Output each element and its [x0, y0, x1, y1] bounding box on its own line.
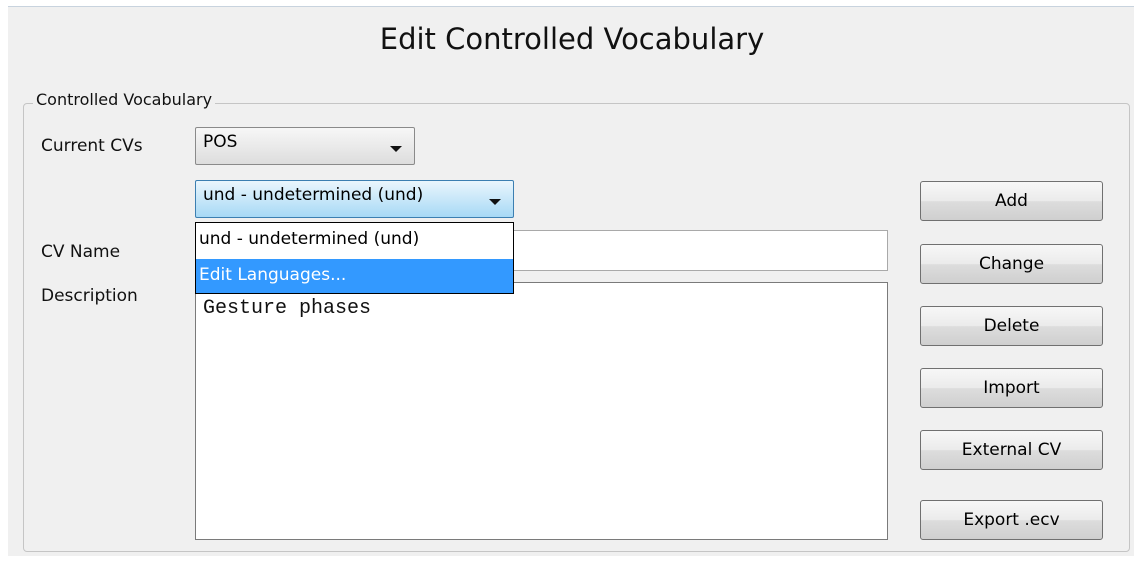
language-option-und[interactable]: und - undetermined (und)	[196, 223, 513, 257]
current-cvs-value: POS	[203, 132, 238, 152]
current-cvs-label: Current CVs	[41, 136, 143, 156]
description-label: Description	[41, 286, 138, 306]
description-textarea[interactable]: Gesture phases	[195, 282, 888, 540]
dialog-title: Edit Controlled Vocabulary	[379, 22, 765, 56]
chevron-down-icon	[489, 199, 501, 205]
chevron-down-icon	[390, 146, 402, 152]
delete-button[interactable]: Delete	[920, 306, 1103, 346]
cv-name-label: CV Name	[41, 242, 121, 262]
change-button[interactable]: Change	[920, 244, 1103, 284]
add-button[interactable]: Add	[920, 181, 1103, 221]
external-cv-button[interactable]: External CV	[920, 430, 1103, 470]
language-combo[interactable]: und - undetermined (und)	[195, 180, 514, 218]
language-dropdown-list: und - undetermined (und) Edit Languages.…	[195, 222, 514, 294]
description-value: Gesture phases	[203, 297, 372, 320]
language-option-edit-languages[interactable]: Edit Languages...	[196, 259, 513, 293]
import-button[interactable]: Import	[920, 368, 1103, 408]
export-ecv-button[interactable]: Export .ecv	[920, 500, 1103, 540]
group-legend: Controlled Vocabulary	[33, 90, 216, 109]
language-value: und - undetermined (und)	[203, 185, 424, 205]
current-cvs-combo[interactable]: POS	[195, 127, 415, 165]
